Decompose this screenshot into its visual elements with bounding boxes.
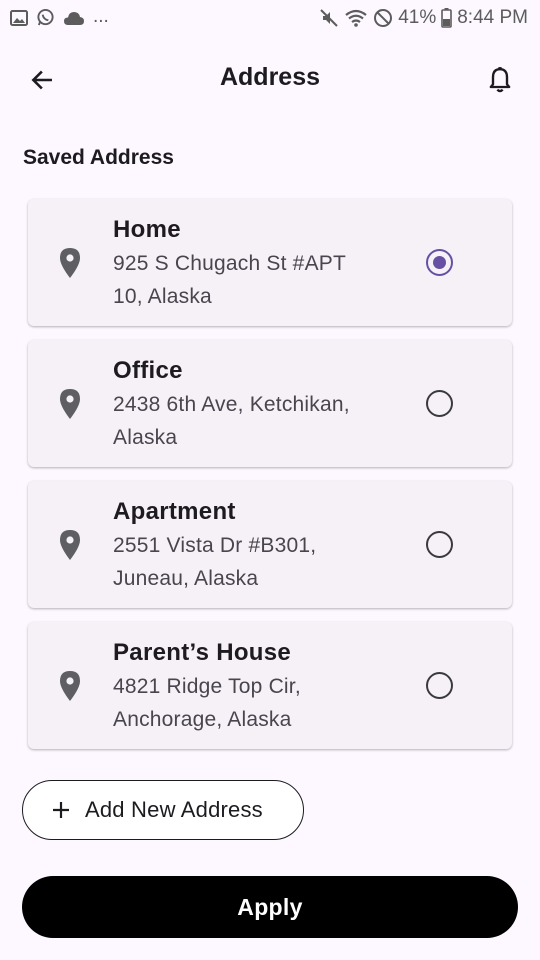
gallery-icon	[10, 9, 28, 26]
status-bar-left: ...	[10, 5, 109, 27]
add-new-address-button[interactable]: Add New Address	[22, 780, 304, 840]
battery-icon	[441, 8, 453, 28]
cloud-icon	[63, 10, 85, 26]
address-screen: ... 41% 8:44 PM Address Saved Address Ho…	[0, 0, 540, 960]
address-name: Apartment	[113, 498, 236, 525]
location-pin-icon	[60, 248, 80, 278]
address-card-home[interactable]: Home 925 S Chugach St #APT 10, Alaska	[28, 199, 512, 326]
address-radio-selected[interactable]	[426, 249, 453, 276]
plus-icon	[53, 802, 69, 818]
do-not-disturb-icon	[373, 8, 393, 28]
address-line: Alaska	[113, 426, 178, 449]
status-bar-right: 41% 8:44 PM	[319, 8, 528, 28]
address-line: 2438 6th Ave, Ketchikan,	[113, 393, 350, 416]
clock: 8:44 PM	[457, 7, 528, 28]
more-notifications-indicator: ...	[93, 5, 109, 27]
address-card-office[interactable]: Office 2438 6th Ave, Ketchikan, Alaska	[28, 340, 512, 467]
address-radio[interactable]	[426, 672, 453, 699]
app-bar: Address	[0, 50, 540, 108]
radio-dot	[433, 256, 446, 269]
address-line: Juneau, Alaska	[113, 567, 259, 590]
address-line: 10, Alaska	[113, 285, 212, 308]
apply-button[interactable]: Apply	[22, 876, 518, 938]
page-title: Address	[219, 63, 321, 91]
address-radio[interactable]	[426, 531, 453, 558]
location-pin-icon	[60, 389, 80, 419]
address-name: Home	[113, 216, 181, 243]
notifications-button[interactable]	[482, 62, 518, 98]
wifi-icon	[344, 8, 368, 28]
whatsapp-icon	[36, 8, 55, 27]
add-new-address-label: Add New Address	[85, 797, 263, 822]
address-line: Anchorage, Alaska	[113, 708, 292, 731]
address-line: 4821 Ridge Top Cir,	[113, 675, 301, 698]
address-list: Home 925 S Chugach St #APT 10, Alaska Of…	[28, 199, 512, 763]
address-card-apartment[interactable]: Apartment 2551 Vista Dr #B301, Juneau, A…	[28, 481, 512, 608]
mute-icon	[319, 8, 339, 28]
address-name: Office	[113, 357, 183, 384]
address-text: Parent’s House 4821 Ridge Top Cir, Ancho…	[113, 638, 403, 736]
address-text: Office 2438 6th Ave, Ketchikan, Alaska	[113, 356, 403, 454]
address-radio[interactable]	[426, 390, 453, 417]
address-text: Apartment 2551 Vista Dr #B301, Juneau, A…	[113, 497, 403, 595]
address-text: Home 925 S Chugach St #APT 10, Alaska	[113, 215, 403, 313]
saved-address-heading: Saved Address	[23, 146, 174, 169]
address-line: 2551 Vista Dr #B301,	[113, 534, 317, 557]
bell-icon	[489, 67, 511, 93]
address-name: Parent’s House	[113, 639, 292, 666]
location-pin-icon	[60, 530, 80, 560]
address-card-parents-house[interactable]: Parent’s House 4821 Ridge Top Cir, Ancho…	[28, 622, 512, 749]
location-pin-icon	[60, 671, 80, 701]
status-bar: ... 41% 8:44 PM	[0, 0, 540, 38]
address-line: 925 S Chugach St #APT	[113, 252, 347, 275]
apply-label: Apply	[237, 893, 303, 920]
battery-percent: 41%	[398, 7, 437, 28]
